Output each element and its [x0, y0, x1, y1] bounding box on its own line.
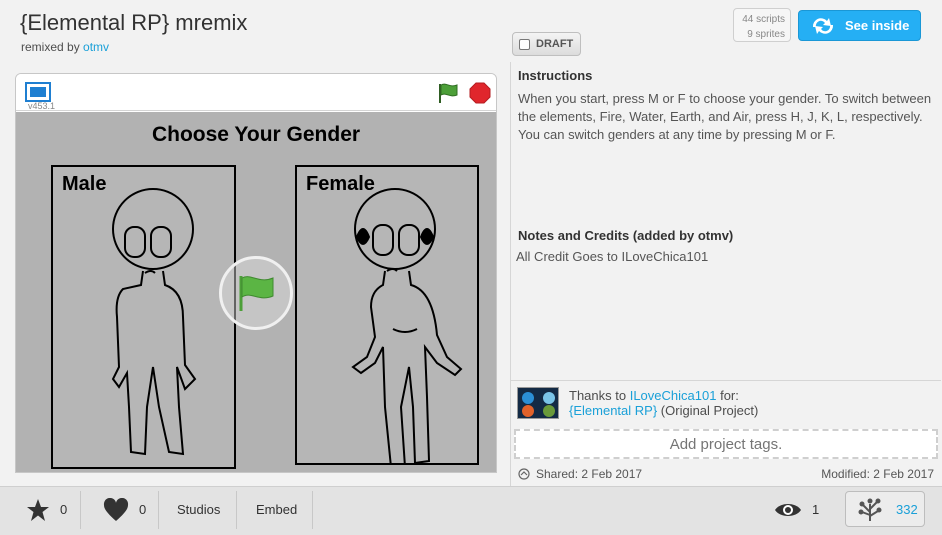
studios-button[interactable]: Studios [177, 487, 220, 532]
thanks-line: Thanks to ILoveChica101 for: [569, 388, 739, 403]
project-tags-field[interactable] [514, 429, 938, 459]
male-option-panel[interactable]: Male [51, 165, 236, 469]
player-controls: v453.1 [16, 74, 496, 111]
notes-text[interactable]: All Credit Goes to ILoveChica101 [516, 249, 708, 264]
remixed-by: remixed by otmv [21, 40, 109, 54]
views-stat: 1 [774, 487, 819, 532]
female-option-panel[interactable]: Female [295, 165, 479, 465]
shared-date: Shared: 2 Feb 2017 [518, 467, 642, 481]
project-stats-bar: 0 0 Studios Embed 1 332 [0, 486, 942, 535]
remix-arrows-icon [812, 17, 834, 34]
see-inside-label: See inside [845, 18, 910, 33]
original-project-thumbnail[interactable] [517, 387, 559, 419]
embed-button[interactable]: Embed [256, 487, 297, 532]
project-info-panel: Instructions When you start, press M or … [510, 62, 941, 487]
love-count: 0 [139, 502, 147, 517]
thanks-prefix: Thanks to [569, 388, 627, 403]
remixed-by-prefix: remixed by [21, 40, 80, 54]
original-author-link[interactable]: ILoveChica101 [630, 388, 717, 403]
instructions-text[interactable]: When you start, press M or F to choose y… [518, 90, 933, 144]
female-character-drawing [351, 188, 463, 463]
thanks-suffix: for: [720, 388, 739, 403]
footer-divider [236, 491, 237, 529]
stage-title: Choose Your Gender [151, 123, 361, 146]
remix-tree-icon [858, 498, 882, 521]
see-inside-button[interactable]: See inside [798, 10, 921, 41]
views-count: 1 [812, 502, 820, 517]
project-player: v453.1 Choose Your Gender Male Female [15, 73, 497, 473]
original-project-link[interactable]: {Elemental RP} [569, 403, 657, 418]
fullscreen-icon[interactable] [25, 82, 51, 102]
studios-label: Studios [177, 502, 221, 517]
scripts-count: 44 scripts [742, 14, 785, 25]
favorite-button[interactable]: 0 [26, 487, 67, 532]
star-icon [27, 498, 49, 521]
sprites-count: 9 sprites [747, 29, 785, 40]
green-flag-icon [239, 276, 274, 311]
green-flag-icon[interactable] [437, 82, 461, 104]
original-project-line: {Elemental RP} (Original Project) [569, 403, 758, 418]
project-title[interactable]: {Elemental RP} mremix [20, 10, 247, 36]
player-version: v453.1 [28, 101, 56, 111]
embed-label: Embed [256, 502, 298, 517]
shared-date-text: Shared: 2 Feb 2017 [536, 467, 643, 481]
male-character-drawing [111, 188, 197, 456]
favorite-count: 0 [60, 502, 68, 517]
instructions-heading: Instructions [518, 68, 593, 83]
remix-count: 332 [896, 501, 918, 517]
remix-credits: Thanks to ILoveChica101 for: {Elemental … [511, 380, 941, 428]
tags-input[interactable] [516, 431, 936, 457]
modified-date: Modified: 2 Feb 2017 [821, 467, 934, 481]
draft-checkbox[interactable] [519, 38, 530, 50]
eye-icon [775, 503, 801, 516]
original-project-suffix: (Original Project) [660, 403, 759, 418]
project-counts: 44 scripts 9 sprites [733, 8, 791, 42]
draft-label: DRAFT [536, 38, 574, 50]
heart-icon [103, 497, 129, 521]
elements-thumbnail-image [518, 388, 558, 418]
notes-heading: Notes and Credits (added by otmv) [518, 228, 734, 243]
remixes-button[interactable]: 332 [845, 491, 925, 527]
share-icon [518, 468, 530, 480]
stage[interactable]: Choose Your Gender Male Female [16, 112, 496, 472]
footer-divider [158, 491, 159, 529]
footer-divider [312, 491, 313, 529]
project-page: {Elemental RP} mremix remixed by otmv DR… [0, 0, 942, 535]
remixer-link[interactable]: otmv [83, 40, 109, 54]
footer-divider [80, 491, 81, 529]
love-button[interactable]: 0 [103, 487, 146, 532]
draft-toggle[interactable]: DRAFT [512, 32, 581, 56]
stop-icon[interactable] [469, 82, 491, 104]
play-overlay-button[interactable] [219, 256, 293, 330]
